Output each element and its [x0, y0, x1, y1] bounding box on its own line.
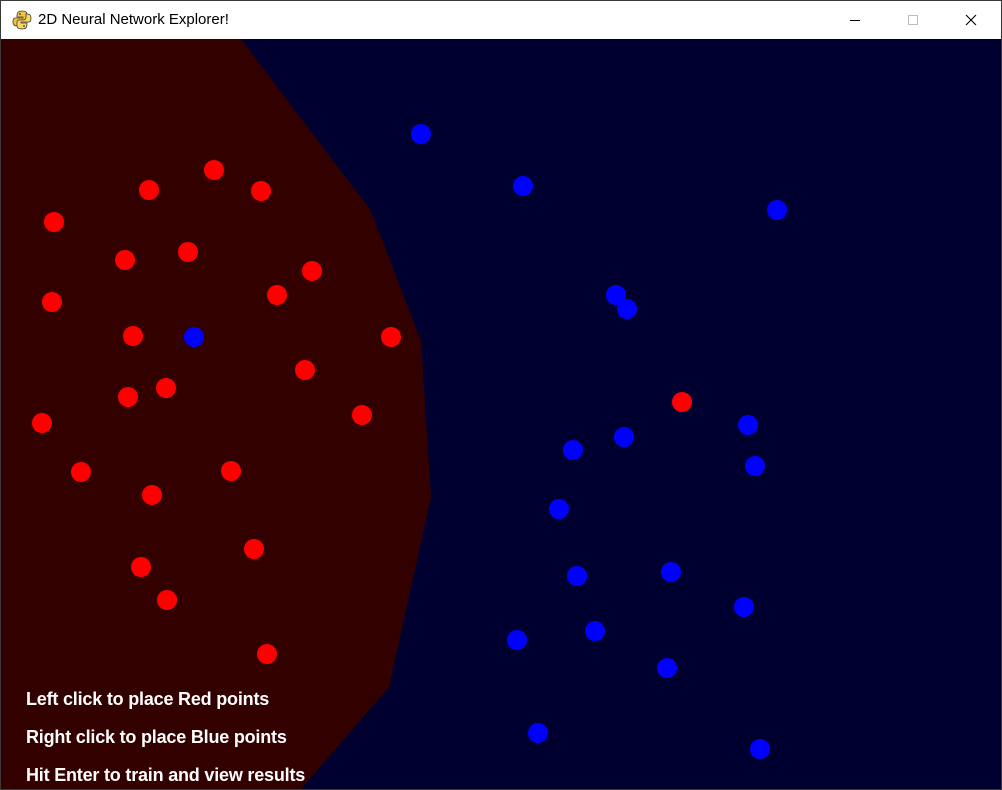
- canvas-svg: [1, 39, 1001, 789]
- window-title: 2D Neural Network Explorer!: [38, 11, 229, 28]
- red-point: [131, 557, 151, 577]
- title-bar[interactable]: 2D Neural Network Explorer!: [1, 1, 1001, 39]
- red-point: [157, 590, 177, 610]
- blue-point: [513, 176, 533, 196]
- blue-point: [507, 630, 527, 650]
- red-point: [352, 405, 372, 425]
- red-point: [257, 644, 277, 664]
- instruction-enter: Hit Enter to train and view results: [26, 765, 306, 785]
- blue-point: [661, 562, 681, 582]
- red-point: [32, 413, 52, 433]
- maximize-icon: [908, 15, 918, 25]
- blue-point: [585, 621, 605, 641]
- blue-point: [411, 124, 431, 144]
- red-point: [118, 387, 138, 407]
- red-point: [295, 360, 315, 380]
- red-point: [142, 485, 162, 505]
- blue-point: [184, 327, 204, 347]
- red-point: [71, 462, 91, 482]
- red-point: [44, 212, 64, 232]
- blue-point: [563, 440, 583, 460]
- blue-point: [734, 597, 754, 617]
- blue-point: [567, 566, 587, 586]
- blue-point: [614, 427, 634, 447]
- drawing-canvas[interactable]: Left click to place Red points Right cli…: [1, 39, 1001, 789]
- blue-point: [617, 299, 637, 319]
- blue-point: [738, 415, 758, 435]
- red-point: [251, 181, 271, 201]
- python-snake-icon: [12, 10, 32, 30]
- close-button[interactable]: [942, 1, 1000, 39]
- blue-point: [528, 723, 548, 743]
- blue-point: [750, 739, 770, 759]
- close-icon: [965, 14, 977, 26]
- minimize-icon: [850, 20, 860, 21]
- red-point: [42, 292, 62, 312]
- instruction-left-click: Left click to place Red points: [26, 689, 270, 709]
- blue-point: [745, 456, 765, 476]
- red-point: [302, 261, 322, 281]
- red-point: [244, 539, 264, 559]
- maximize-button[interactable]: [884, 1, 942, 39]
- red-point: [123, 326, 143, 346]
- instruction-right-click: Right click to place Blue points: [26, 727, 287, 747]
- red-point: [672, 392, 692, 412]
- blue-point: [657, 658, 677, 678]
- blue-point: [767, 200, 787, 220]
- red-point: [267, 285, 287, 305]
- red-point: [381, 327, 401, 347]
- red-point: [178, 242, 198, 262]
- red-point: [156, 378, 176, 398]
- blue-point: [549, 499, 569, 519]
- red-point: [204, 160, 224, 180]
- red-point: [115, 250, 135, 270]
- app-window: 2D Neural Network Explorer! Left click t…: [0, 0, 1002, 790]
- minimize-button[interactable]: [826, 1, 884, 39]
- red-point: [139, 180, 159, 200]
- red-point: [221, 461, 241, 481]
